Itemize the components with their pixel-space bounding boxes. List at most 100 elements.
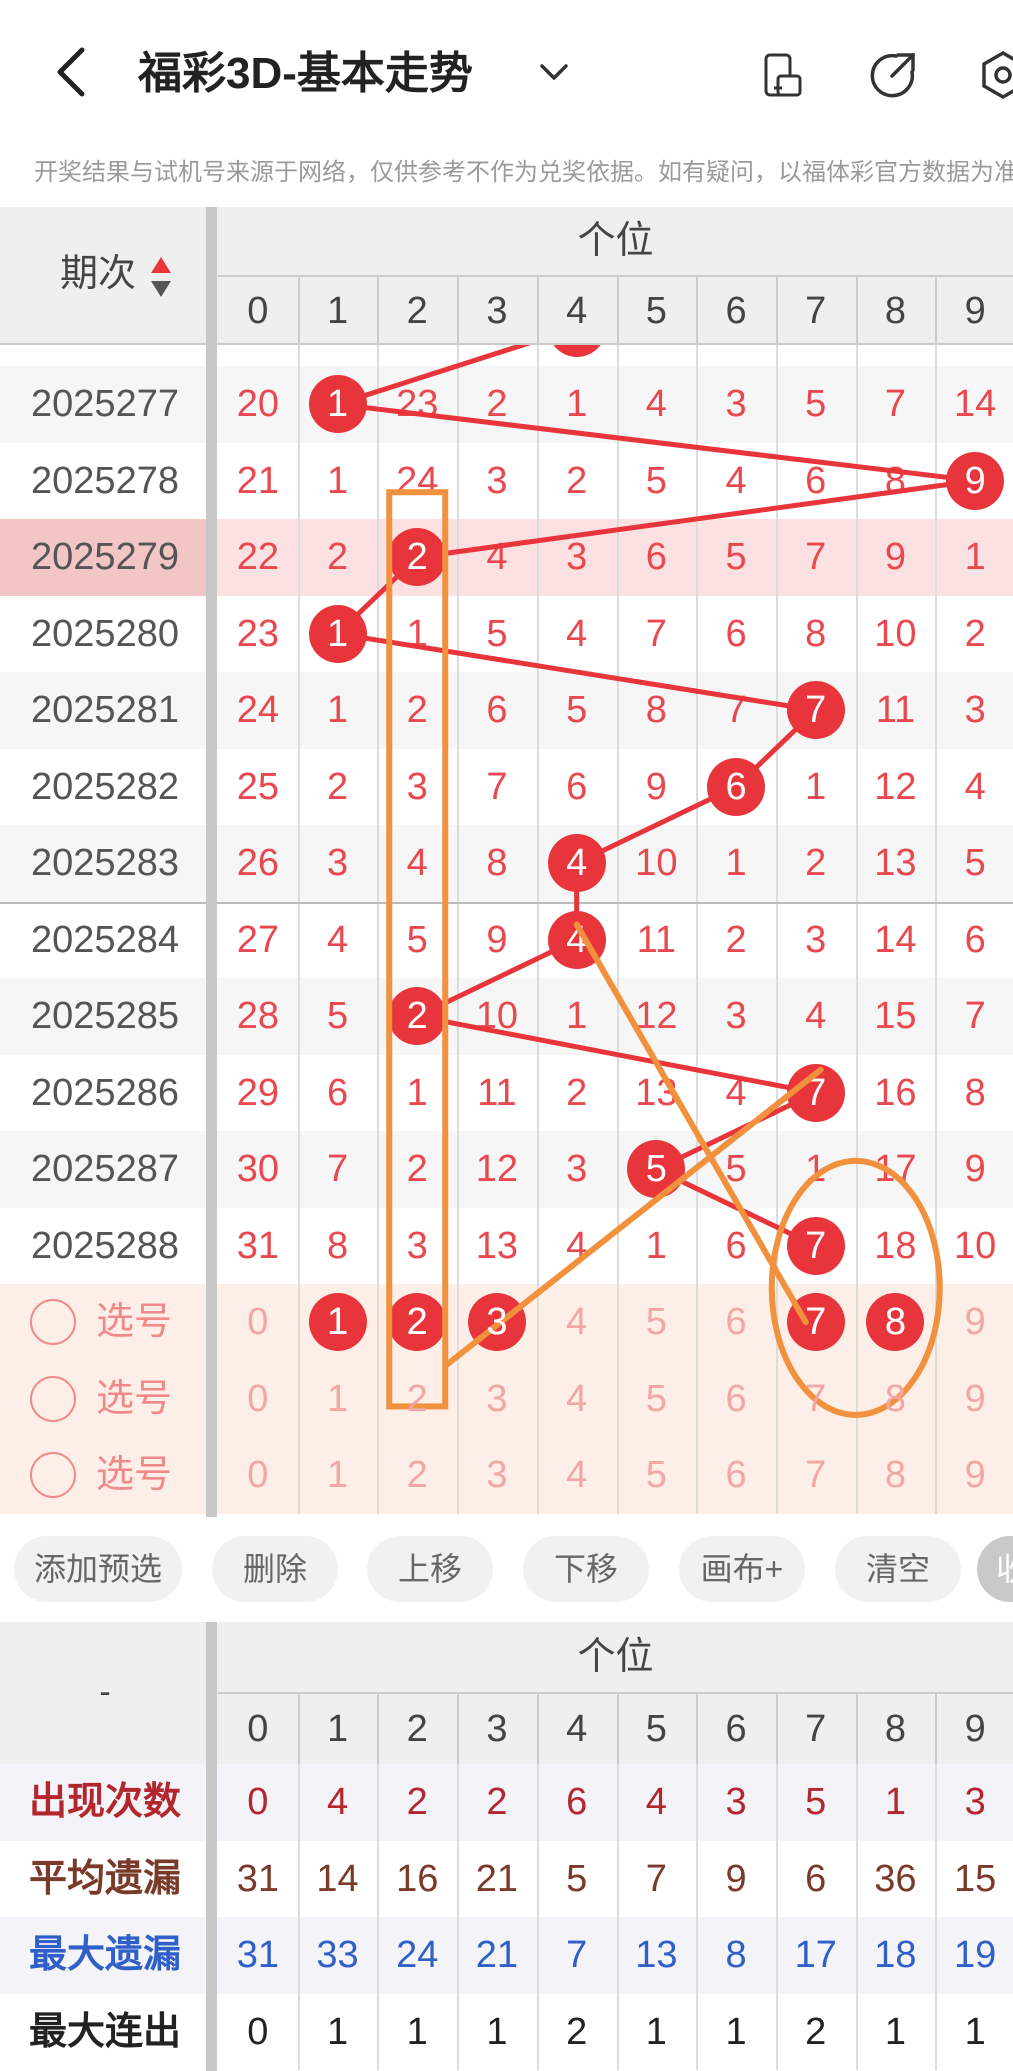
select-number-cell[interactable]: 6	[696, 1284, 776, 1360]
page-title[interactable]: 福彩3D-基本走势	[138, 44, 473, 104]
selected-number-cell[interactable]: 3	[457, 1284, 537, 1360]
select-number-cell[interactable]: 0	[218, 1437, 298, 1513]
select-number-cell[interactable]: 8	[856, 1361, 936, 1437]
digit-header-0: 0	[247, 290, 269, 332]
stats-cell: 5	[566, 1857, 588, 1900]
stats-cell: 9	[725, 1857, 747, 1900]
stats-row-label: 平均遗漏	[28, 1857, 181, 1900]
select-number-cell[interactable]: 4	[537, 1437, 617, 1513]
digit-header-6: 6	[725, 290, 747, 332]
stats-cell: 17	[794, 1934, 837, 1976]
select-number-cell[interactable]: 6	[696, 1437, 776, 1513]
stats-digit-sep	[855, 1694, 858, 1764]
disclaimer-text: 开奖结果与试机号来源于网络，仅供参考不作为兑奖依据。如有疑问，以福体彩官方数据为…	[34, 159, 1013, 186]
digit-header-4: 4	[566, 290, 588, 332]
stats-cell: 2	[566, 2010, 588, 2053]
stats-cell: 3	[964, 1781, 986, 1823]
stats-digit-header-9: 9	[964, 1708, 986, 1750]
stats-row: 平均遗漏 31 14 16 21 5 7 9 6 36 15	[0, 1840, 1013, 1917]
stats-digit-sep	[616, 1694, 619, 1764]
select-number-cell[interactable]: 8	[856, 1437, 936, 1513]
share-icon[interactable]	[868, 50, 918, 100]
column-divider	[206, 207, 217, 1517]
stats-digit-header-3: 3	[486, 1708, 508, 1750]
stats-cell: 19	[954, 1934, 997, 1976]
select-number-cell[interactable]: 9	[935, 1437, 1013, 1513]
stats-row: 最大遗漏 31 33 24 21 7 13 8 17 18 19	[0, 1917, 1013, 1994]
stats-cell: 1	[645, 2010, 667, 2053]
stats-cell: 0	[247, 2010, 269, 2053]
stats-table: - 个位 0123456789 出现次数 0 4 2 2 6 4 3 5 1 3 平均遗漏 31 14 16…	[0, 1622, 1013, 2071]
stats-digit-header-5: 5	[645, 1708, 667, 1750]
select-number-cell[interactable]: 9	[935, 1284, 1013, 1360]
selected-number-cell[interactable]: 2	[377, 1284, 457, 1360]
stats-digit-header-8: 8	[884, 1708, 906, 1750]
select-number-cell[interactable]: 9	[935, 1361, 1013, 1437]
stats-cell: 8	[725, 1934, 747, 1976]
stats-cell: 13	[635, 1934, 678, 1976]
issue-header[interactable]: 期次	[0, 207, 210, 345]
move-down-button[interactable]: 下移	[523, 1536, 649, 1602]
sort-icon[interactable]	[150, 255, 172, 299]
phone-rotate-icon[interactable]	[758, 50, 808, 100]
settings-gear-icon[interactable]	[978, 50, 1013, 100]
stats-cell: 36	[874, 1857, 917, 1900]
stats-cell: 18	[874, 1934, 917, 1976]
stats-column-divider	[206, 1622, 217, 2071]
select-number-cell[interactable]: 3	[457, 1361, 537, 1437]
selected-number-cell[interactable]: 1	[298, 1284, 378, 1360]
select-number-cell[interactable]: 5	[617, 1361, 697, 1437]
selected-number-cell[interactable]: 8	[856, 1284, 936, 1360]
select-number-cell[interactable]: 5	[617, 1284, 697, 1360]
stats-cell: 1	[884, 2010, 906, 2053]
stats-cell: 14	[316, 1857, 359, 1900]
select-number-cell[interactable]: 4	[537, 1361, 617, 1437]
table-body[interactable]: 2025277201232143571420252782112432546892…	[0, 345, 1013, 1517]
add-preselect-button[interactable]: 添加预选	[14, 1536, 182, 1602]
digit-header-sep	[297, 277, 300, 345]
stats-cell: 15	[954, 1857, 997, 1900]
select-number-cell[interactable]: 5	[617, 1437, 697, 1513]
select-number-cell[interactable]: 7	[776, 1437, 856, 1513]
stats-cell: 4	[326, 1781, 349, 1823]
select-number-cell[interactable]: 0	[218, 1361, 298, 1437]
stats-digit-sep	[457, 1694, 460, 1764]
stats-cell: 24	[396, 1934, 439, 1976]
digit-header-row: 0 1 2 3 4 5 6 7 8 9	[218, 277, 1013, 345]
stats-digit-header-6: 6	[725, 1708, 747, 1750]
canvas-plus-button[interactable]: 画布+	[679, 1536, 805, 1602]
delete-button[interactable]: 删除	[212, 1536, 338, 1602]
digit-header-9: 9	[964, 290, 986, 332]
stats-row: 出现次数 0 4 2 2 6 4 3 5 1 3	[0, 1764, 1013, 1841]
stats-digit-sep	[377, 1694, 380, 1764]
clear-button[interactable]: 清空	[835, 1536, 961, 1602]
select-number-cell[interactable]: 2	[377, 1361, 457, 1437]
digit-header-5: 5	[645, 290, 667, 332]
stats-cell: 2	[805, 2010, 827, 2053]
stats-digit-header-0: 0	[247, 1708, 269, 1750]
stats-cell: 2	[406, 1781, 428, 1823]
stats-digit-sep	[297, 1694, 300, 1764]
select-number-cell[interactable]: 1	[298, 1437, 378, 1513]
back-arrow-icon[interactable]	[48, 42, 98, 102]
move-up-button[interactable]: 上移	[367, 1536, 493, 1602]
select-number-cell[interactable]: 2	[377, 1437, 457, 1513]
collapse-button[interactable]: 收	[977, 1536, 1013, 1602]
select-number-cell[interactable]: 6	[696, 1361, 776, 1437]
top-bar: 福彩3D-基本走势	[0, 0, 1013, 150]
digit-header-sep	[775, 277, 778, 345]
chevron-down-icon[interactable]	[534, 52, 574, 92]
stats-digit-header-7: 7	[805, 1708, 827, 1750]
selected-number-cell[interactable]: 7	[776, 1284, 856, 1360]
stats-cell: 31	[236, 1934, 279, 1976]
stats-cell: 1	[326, 2010, 349, 2053]
select-number-cell[interactable]: 1	[298, 1361, 378, 1437]
select-number-cell[interactable]: 4	[537, 1284, 617, 1360]
select-number-cell[interactable]: 7	[776, 1361, 856, 1437]
select-number-cell[interactable]: 0	[218, 1284, 298, 1360]
stats-cell: 33	[316, 1934, 359, 1976]
stats-cell: 16	[396, 1857, 439, 1900]
digit-header-2: 2	[406, 290, 428, 332]
select-number-cell[interactable]: 3	[457, 1437, 537, 1513]
digit-header-1: 1	[326, 290, 349, 332]
